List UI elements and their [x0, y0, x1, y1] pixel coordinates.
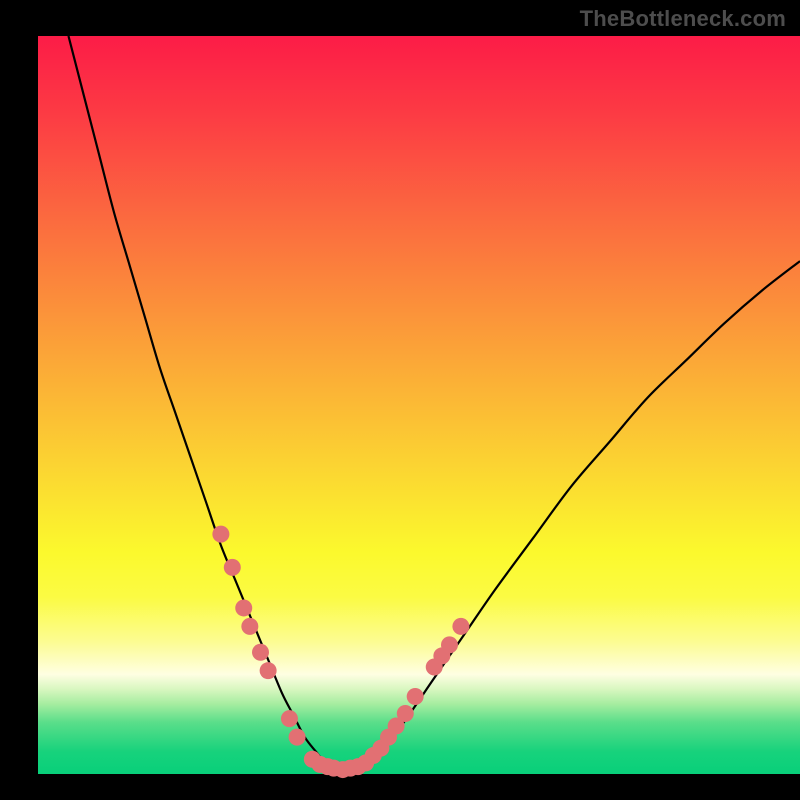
data-marker	[407, 688, 424, 705]
data-marker	[241, 618, 258, 635]
data-marker	[212, 526, 229, 543]
bottleneck-chart	[0, 0, 800, 800]
data-marker	[281, 710, 298, 727]
data-marker	[224, 559, 241, 576]
data-marker	[289, 729, 306, 746]
data-marker	[397, 705, 414, 722]
data-marker	[441, 636, 458, 653]
chart-background	[38, 36, 800, 774]
data-marker	[452, 618, 469, 635]
watermark-text: TheBottleneck.com	[580, 6, 786, 32]
data-marker	[260, 662, 277, 679]
data-marker	[252, 644, 269, 661]
data-marker	[235, 599, 252, 616]
